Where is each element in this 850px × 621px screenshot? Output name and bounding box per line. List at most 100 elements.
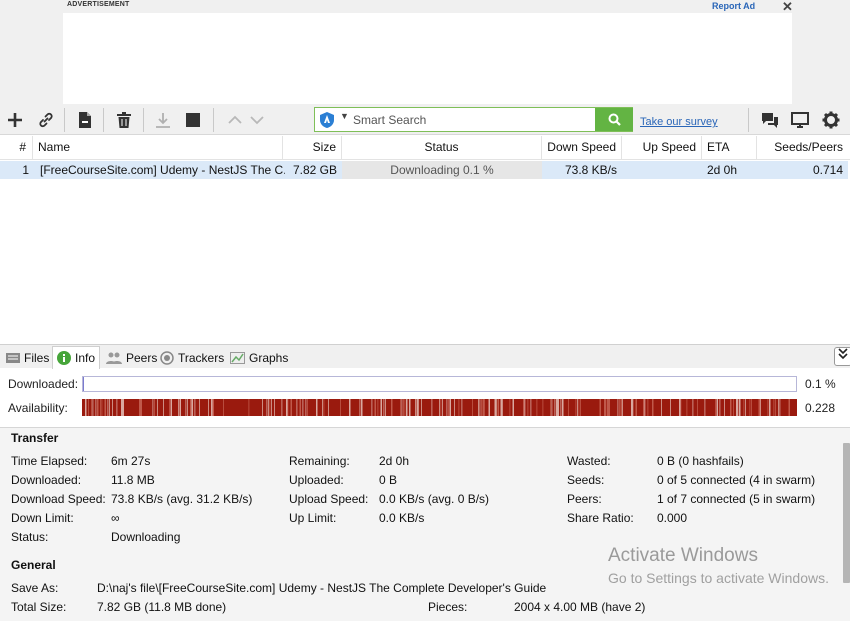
- chevron-up-icon: [228, 115, 242, 124]
- advertisement-label: ADVERTISEMENT: [67, 1, 130, 8]
- downloaded-progress-fill: [83, 377, 84, 391]
- time-elapsed-label: Time Elapsed:: [11, 454, 88, 468]
- download-icon: [156, 113, 170, 128]
- toolbar-separator: [143, 108, 144, 132]
- torrent-list-header: # Name Size Status Down Speed Up Speed E…: [0, 136, 850, 160]
- torrent-row[interactable]: 1 [FreeCourseSite.com] Udemy - NestJS Th…: [0, 161, 848, 179]
- column-header-down-speed[interactable]: Down Speed: [542, 136, 622, 160]
- activate-windows-watermark: Activate Windows: [608, 545, 758, 566]
- search-icon: [608, 113, 621, 126]
- toolbar-separator: [213, 108, 214, 132]
- report-ad-link[interactable]: Report Ad: [712, 1, 755, 11]
- time-elapsed-value: 6m 27s: [111, 454, 151, 468]
- trackers-icon: [160, 350, 174, 365]
- download-speed-label: Download Speed:: [11, 492, 106, 506]
- chevron-down-icon: [250, 116, 264, 125]
- toolbar-separator: [64, 108, 65, 132]
- torrent-seeds-peers: 0.714: [812, 163, 843, 177]
- advertisement-box[interactable]: [63, 13, 792, 104]
- save-as-value: D:\naj's file\[FreeCourseSite.com] Udemy…: [97, 581, 547, 595]
- uploaded-value: 0 B: [379, 473, 398, 487]
- toolbar: ▼ Take our survey: [0, 104, 850, 135]
- column-header-status[interactable]: Status: [342, 136, 542, 160]
- torrent-status: Downloading 0.1 %: [342, 161, 542, 179]
- downloaded-label: Downloaded:: [8, 377, 79, 391]
- wasted-value: 0 B (0 hashfails): [657, 454, 744, 468]
- remote-button[interactable]: [789, 109, 811, 131]
- tab-graphs-label: Graphs: [249, 350, 289, 365]
- collapse-panel-button[interactable]: [834, 347, 850, 366]
- settings-button[interactable]: [820, 109, 842, 131]
- stop-button[interactable]: [182, 109, 204, 131]
- torrent-name: [FreeCourseSite.com] Udemy - NestJS The …: [40, 163, 285, 177]
- close-ad-button[interactable]: ✕: [782, 0, 793, 15]
- share-ratio-label: Share Ratio:: [567, 511, 634, 525]
- chevron-double-down-icon: [838, 348, 848, 360]
- shield-icon: [320, 112, 334, 128]
- downloaded-percent: 0.1 %: [805, 377, 836, 391]
- graph-icon: [230, 351, 245, 364]
- smart-search-box[interactable]: ▼: [314, 107, 633, 132]
- column-header-name[interactable]: Name: [33, 136, 283, 160]
- info-panel: Transfer Time Elapsed: 6m 27s Downloaded…: [0, 427, 850, 621]
- search-provider-dropdown[interactable]: ▼: [340, 111, 349, 121]
- tab-info[interactable]: Info: [52, 346, 101, 369]
- up-limit-label: Up Limit:: [289, 511, 337, 525]
- move-down-button[interactable]: [246, 109, 268, 131]
- status-label: Status:: [11, 530, 49, 544]
- chat-icon: [762, 113, 778, 128]
- column-header-size[interactable]: Size: [283, 136, 342, 160]
- search-button[interactable]: [595, 108, 633, 131]
- remaining-label: Remaining:: [289, 454, 350, 468]
- tab-peers-label: Peers: [126, 350, 158, 365]
- upload-speed-value: 0.0 KB/s (avg. 0 B/s): [379, 492, 490, 506]
- add-torrent-button[interactable]: [4, 109, 26, 131]
- down-limit-label: Down Limit:: [11, 511, 74, 525]
- total-size-value: 7.82 GB (11.8 MB done): [97, 600, 227, 614]
- up-limit-value: 0.0 KB/s: [379, 511, 425, 525]
- remove-torrent-button[interactable]: [113, 109, 135, 131]
- chat-button[interactable]: [759, 109, 781, 131]
- tab-peers[interactable]: Peers: [102, 346, 161, 369]
- downloaded-progress-bar: [82, 376, 797, 392]
- stop-icon: [186, 113, 200, 127]
- tab-trackers-label: Trackers: [178, 350, 225, 365]
- tab-files[interactable]: Files: [2, 346, 53, 369]
- link-icon: [39, 112, 53, 128]
- column-header-number[interactable]: #: [0, 136, 33, 160]
- info-scrollbar[interactable]: [843, 443, 850, 583]
- add-link-button[interactable]: [35, 109, 57, 131]
- downloaded-info-value: 11.8 MB: [111, 473, 155, 487]
- column-header-seeds-peers[interactable]: Seeds/Peers: [757, 136, 848, 160]
- detail-tabs: Files Info Peers Trackers Graphs: [0, 344, 850, 369]
- move-up-button[interactable]: [224, 109, 246, 131]
- peers-icon: [106, 352, 122, 364]
- start-button[interactable]: [152, 109, 174, 131]
- transfer-section-title: Transfer: [11, 431, 59, 445]
- save-as-label: Save As:: [11, 581, 59, 595]
- share-ratio-value: 0.000: [657, 511, 688, 525]
- tab-files-label: Files: [24, 350, 50, 365]
- torrent-up-speed: [622, 161, 702, 179]
- pieces-value: 2004 x 4.00 MB (have 2): [514, 600, 646, 614]
- tab-info-label: Info: [75, 351, 96, 365]
- download-speed-value: 73.8 KB/s (avg. 31.2 KB/s): [111, 492, 253, 506]
- column-header-eta[interactable]: ETA: [702, 136, 757, 160]
- availability-bar: [82, 399, 797, 416]
- tab-graphs[interactable]: Graphs: [226, 346, 292, 369]
- info-icon: [57, 351, 71, 365]
- survey-link[interactable]: Take our survey: [640, 116, 718, 128]
- column-header-up-speed[interactable]: Up Speed: [622, 136, 702, 160]
- create-torrent-button[interactable]: [74, 109, 96, 131]
- tab-trackers[interactable]: Trackers: [156, 346, 228, 369]
- search-input[interactable]: [353, 110, 593, 129]
- progress-bars: Downloaded: 0.1 % Availability: 0.228: [0, 369, 850, 421]
- torrent-down-speed: 73.8 KB/s: [564, 163, 617, 177]
- uploaded-label: Uploaded:: [289, 473, 344, 487]
- status-value: Downloading: [111, 530, 181, 544]
- trash-icon: [117, 112, 131, 128]
- peers-label: Peers:: [567, 492, 602, 506]
- monitor-icon: [791, 112, 809, 128]
- gear-icon: [822, 111, 840, 129]
- remaining-value: 2d 0h: [379, 454, 410, 468]
